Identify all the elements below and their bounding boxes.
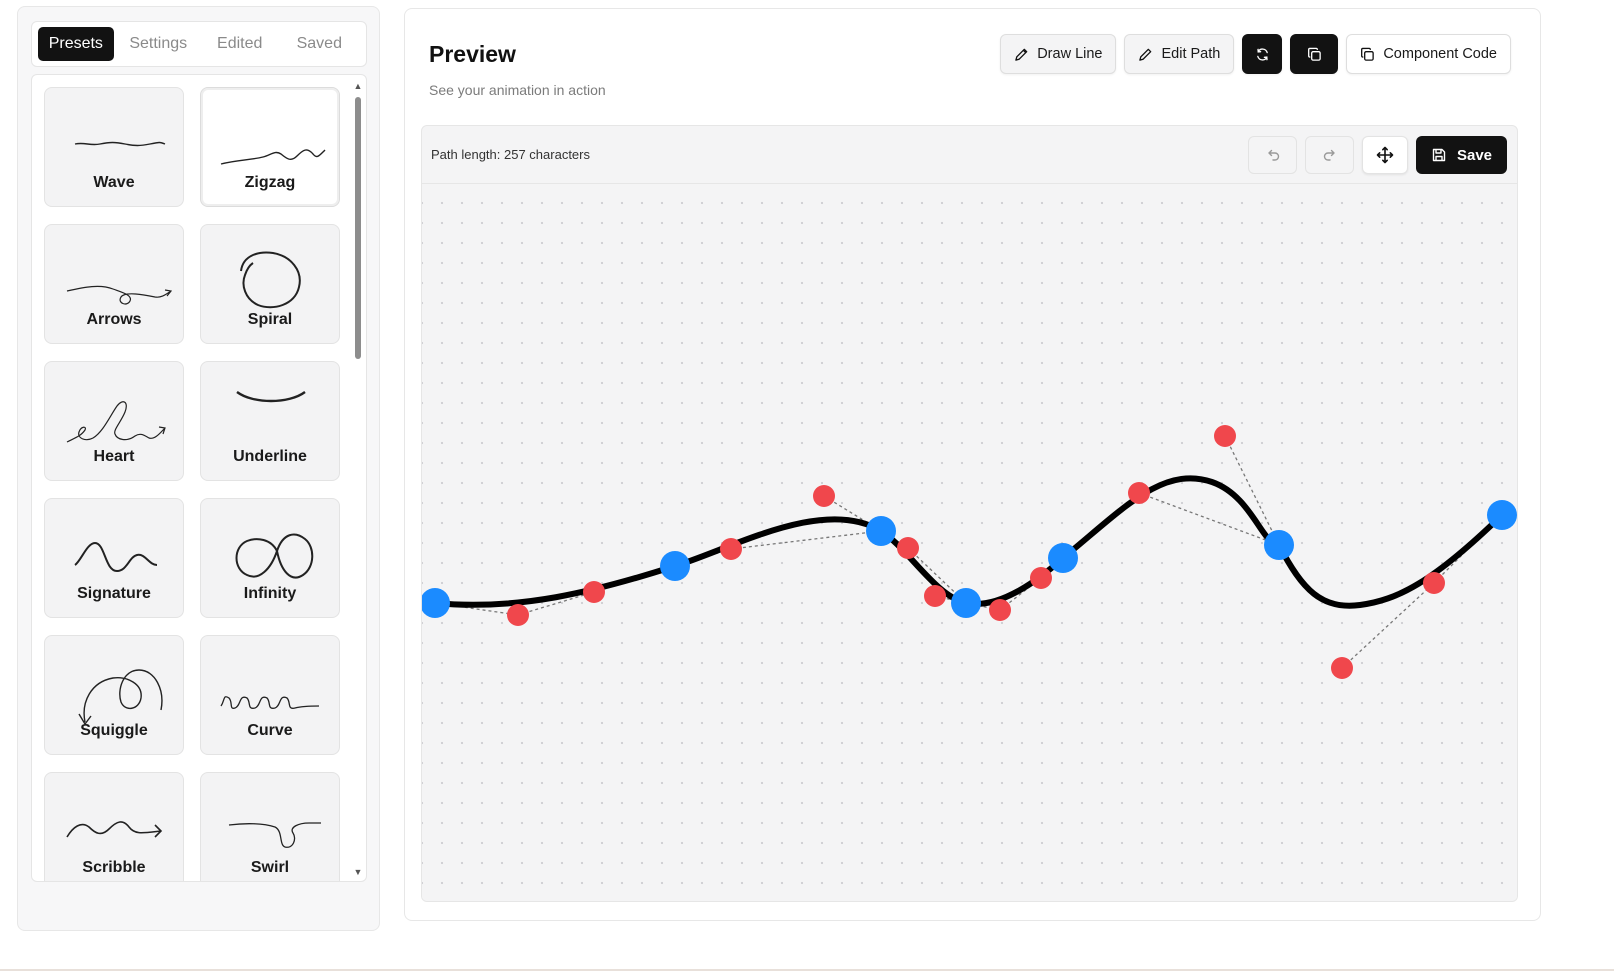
- preset-card-scribble[interactable]: Scribble: [44, 772, 184, 881]
- anchor-point[interactable]: [1264, 530, 1294, 560]
- arrows-preset-icon: [66, 285, 173, 305]
- control-point[interactable]: [924, 585, 946, 607]
- tab-saved[interactable]: Saved: [279, 27, 360, 61]
- draw-line-button[interactable]: Draw Line: [1000, 34, 1117, 74]
- anchor-point[interactable]: [660, 551, 690, 581]
- anchor-point[interactable]: [1048, 543, 1078, 573]
- undo-button[interactable]: [1248, 136, 1297, 174]
- preset-list-scrollbar[interactable]: ▲ ▼: [352, 79, 364, 879]
- control-point[interactable]: [720, 538, 742, 560]
- preset-card-heart[interactable]: Heart: [44, 361, 184, 481]
- zigzag-preset-icon: [220, 149, 326, 165]
- edit-path-label: Edit Path: [1161, 46, 1221, 62]
- sidebar-tabs: Presets Settings Edited Saved: [31, 21, 367, 67]
- control-point[interactable]: [1423, 572, 1445, 594]
- preset-card-swirl[interactable]: Swirl: [200, 772, 340, 881]
- page-subtitle: See your animation in action: [429, 82, 606, 98]
- preset-label: Curve: [247, 722, 293, 739]
- undo-icon: [1267, 149, 1279, 161]
- preset-label: Squiggle: [80, 722, 148, 739]
- scrollbar-thumb[interactable]: [355, 97, 361, 359]
- preset-label: Arrows: [86, 311, 142, 328]
- preset-label: Heart: [93, 448, 135, 465]
- preset-card-wave[interactable]: Wave: [44, 87, 184, 207]
- signature-preset-icon: [74, 541, 158, 573]
- anchor-point[interactable]: [951, 588, 981, 618]
- control-point[interactable]: [1128, 482, 1150, 504]
- save-label: Save: [1456, 146, 1493, 164]
- preset-card-underline[interactable]: Underline: [200, 361, 340, 481]
- preset-card-arrows[interactable]: Arrows: [44, 224, 184, 344]
- edit-path-button[interactable]: Edit Path: [1124, 34, 1235, 74]
- control-point[interactable]: [583, 581, 605, 603]
- heart-preset-icon: [66, 401, 166, 443]
- preset-card-curve[interactable]: Curve: [200, 635, 340, 755]
- preset-label: Signature: [77, 585, 151, 602]
- tab-presets[interactable]: Presets: [38, 27, 114, 61]
- replay-animation-button[interactable]: [1242, 34, 1283, 74]
- preset-card-squiggle[interactable]: Squiggle: [44, 635, 184, 755]
- copy-button[interactable]: [1290, 34, 1339, 74]
- scroll-up-arrow-icon[interactable]: ▲: [353, 81, 363, 91]
- control-point[interactable]: [1030, 567, 1052, 589]
- scribble-preset-icon: [66, 821, 163, 838]
- save-button[interactable]: Save: [1416, 136, 1507, 174]
- pencil-icon: [1015, 48, 1028, 61]
- preset-list: Wave Zigzag Arrows Spiral Heart Underlin…: [31, 74, 367, 882]
- pen-icon: [1139, 48, 1152, 61]
- preview-toolbar: Draw Line Edit Path Component Code: [1000, 34, 1511, 74]
- anchor-point[interactable]: [1487, 500, 1517, 530]
- path-editor: Path length: 257 characters Save: [421, 125, 1518, 902]
- preset-label: Zigzag: [244, 174, 296, 191]
- preset-label: Scribble: [82, 859, 146, 876]
- preset-card-signature[interactable]: Signature: [44, 498, 184, 618]
- infinity-preset-icon: [235, 533, 314, 579]
- move-icon: [1376, 146, 1394, 164]
- control-point[interactable]: [507, 604, 529, 626]
- preset-label: Wave: [93, 174, 135, 191]
- path-svg[interactable]: [422, 185, 1518, 902]
- preset-label: Infinity: [243, 585, 297, 602]
- control-point[interactable]: [989, 599, 1011, 621]
- component-code-button[interactable]: Component Code: [1346, 34, 1511, 74]
- tab-edited[interactable]: Edited: [203, 27, 277, 61]
- curve-preset-icon: [220, 696, 320, 709]
- preview-panel: Preview See your animation in action Dra…: [404, 8, 1541, 921]
- preset-card-infinity[interactable]: Infinity: [200, 498, 340, 618]
- path-length-text: Path length: 257 characters: [431, 147, 590, 162]
- anchor-point[interactable]: [866, 516, 896, 546]
- refresh-icon: [1256, 47, 1268, 61]
- preset-card-spiral[interactable]: Spiral: [200, 224, 340, 344]
- move-tool-button[interactable]: [1362, 136, 1408, 174]
- scroll-down-arrow-icon[interactable]: ▼: [353, 867, 363, 877]
- underline-preset-icon: [236, 391, 306, 403]
- control-point[interactable]: [1331, 657, 1353, 679]
- save-icon: [1432, 148, 1446, 162]
- swirl-preset-icon: [228, 822, 321, 848]
- copy-icon: [1307, 47, 1321, 61]
- path-editor-controls: Save: [1248, 136, 1507, 174]
- copy-icon: [1361, 47, 1375, 61]
- redo-button[interactable]: [1305, 136, 1354, 174]
- spiral-preset-icon: [240, 251, 301, 309]
- redo-icon: [1323, 149, 1335, 161]
- drawing-canvas[interactable]: [422, 185, 1518, 902]
- path-editor-header: Path length: 257 characters Save: [422, 126, 1517, 184]
- preset-card-zigzag[interactable]: Zigzag: [200, 87, 340, 207]
- preset-label: Swirl: [250, 859, 290, 876]
- draw-line-label: Draw Line: [1037, 46, 1103, 62]
- anchor-point[interactable]: [421, 588, 450, 618]
- control-point[interactable]: [1214, 425, 1236, 447]
- page-title: Preview: [429, 41, 516, 67]
- squiggle-preset-icon: [78, 669, 163, 726]
- control-point[interactable]: [897, 537, 919, 559]
- tab-settings[interactable]: Settings: [116, 27, 201, 61]
- sidebar-panel: Presets Settings Edited Saved Wave Zigza…: [17, 6, 380, 931]
- component-code-label: Component Code: [1383, 46, 1497, 62]
- preset-label: Spiral: [247, 311, 293, 328]
- wave-preset-icon: [74, 141, 166, 147]
- preset-label: Underline: [233, 448, 307, 465]
- control-point[interactable]: [813, 485, 835, 507]
